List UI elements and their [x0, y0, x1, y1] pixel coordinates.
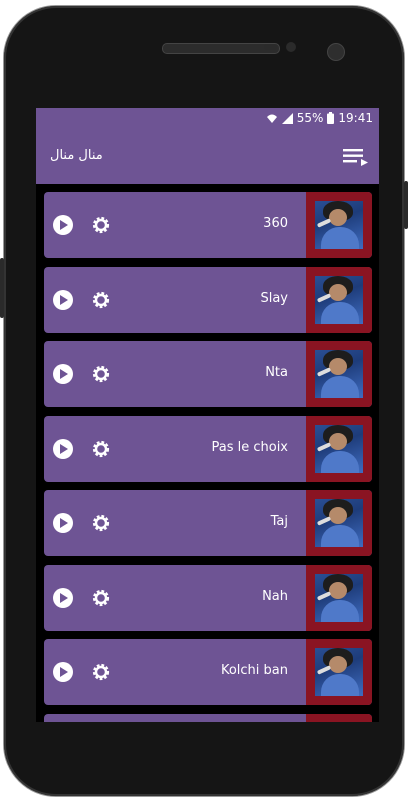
- volume-button: [0, 258, 4, 318]
- song-title: Slay: [260, 291, 288, 306]
- play-icon[interactable]: [53, 290, 73, 310]
- earpiece-speaker: [162, 43, 280, 54]
- app-bar: منال منال: [36, 130, 379, 184]
- play-icon[interactable]: [53, 588, 73, 608]
- list-item[interactable]: Taj: [44, 490, 372, 556]
- play-icon[interactable]: [53, 513, 73, 533]
- list-item[interactable]: Nah: [44, 565, 372, 631]
- play-icon[interactable]: [53, 364, 73, 384]
- status-icons: 55% 19:41: [266, 111, 373, 125]
- singer-thumbnail: [315, 499, 363, 547]
- power-button: [404, 181, 408, 229]
- list-item[interactable]: Nta: [44, 341, 372, 407]
- screen: 55% 19:41 منال منال 360 Slay Nta Pas le …: [36, 108, 379, 722]
- singer-thumbnail: [315, 201, 363, 249]
- singer-thumbnail: [315, 648, 363, 696]
- play-icon[interactable]: [53, 439, 73, 459]
- thumbnail-frame: [306, 267, 372, 333]
- battery-percent: 55%: [296, 111, 324, 125]
- gear-icon[interactable]: [91, 439, 111, 459]
- thumbnail-frame: [306, 416, 372, 482]
- singer-thumbnail: [315, 350, 363, 398]
- playlist-icon[interactable]: [343, 147, 369, 167]
- front-camera: [327, 43, 345, 61]
- clock: 19:41: [338, 111, 373, 125]
- thumbnail-frame: [306, 341, 372, 407]
- song-title: Nah: [262, 589, 288, 604]
- gear-icon[interactable]: [91, 290, 111, 310]
- wifi-icon: [266, 114, 277, 123]
- gear-icon[interactable]: [91, 364, 111, 384]
- light-sensor: [286, 42, 296, 52]
- play-icon[interactable]: [53, 215, 73, 235]
- gear-icon[interactable]: [91, 662, 111, 682]
- list-item[interactable]: Slay: [44, 267, 372, 333]
- thumbnail-frame: [306, 714, 372, 722]
- app-title: منال منال: [50, 148, 103, 163]
- proximity-sensor: [264, 44, 277, 50]
- singer-thumbnail: [315, 425, 363, 473]
- phone-frame: 55% 19:41 منال منال 360 Slay Nta Pas le …: [0, 6, 408, 796]
- song-title: Kolchi ban: [220, 663, 288, 678]
- list-item[interactable]: Kolchi ban: [44, 639, 372, 705]
- list-item[interactable]: 360: [44, 192, 372, 258]
- signal-icon: [281, 112, 293, 124]
- thumbnail-frame: [306, 639, 372, 705]
- list-item[interactable]: Pas le choix: [44, 416, 372, 482]
- song-title: Pas le choix: [211, 440, 288, 455]
- gear-icon[interactable]: [91, 588, 111, 608]
- singer-thumbnail: [315, 276, 363, 324]
- song-list: 360 Slay Nta Pas le choix Taj Nah Kolchi…: [36, 184, 379, 722]
- list-item[interactable]: [44, 714, 372, 722]
- play-icon[interactable]: [53, 662, 73, 682]
- gear-icon[interactable]: [91, 513, 111, 533]
- thumbnail-frame: [306, 490, 372, 556]
- battery-icon: [327, 112, 335, 124]
- thumbnail-frame: [306, 565, 372, 631]
- song-title: Nta: [265, 365, 288, 380]
- gear-icon[interactable]: [91, 215, 111, 235]
- status-bar: 55% 19:41: [36, 108, 379, 130]
- song-title: 360: [263, 216, 288, 231]
- song-title: Taj: [270, 514, 288, 529]
- thumbnail-frame: [306, 192, 372, 258]
- singer-thumbnail: [315, 574, 363, 622]
